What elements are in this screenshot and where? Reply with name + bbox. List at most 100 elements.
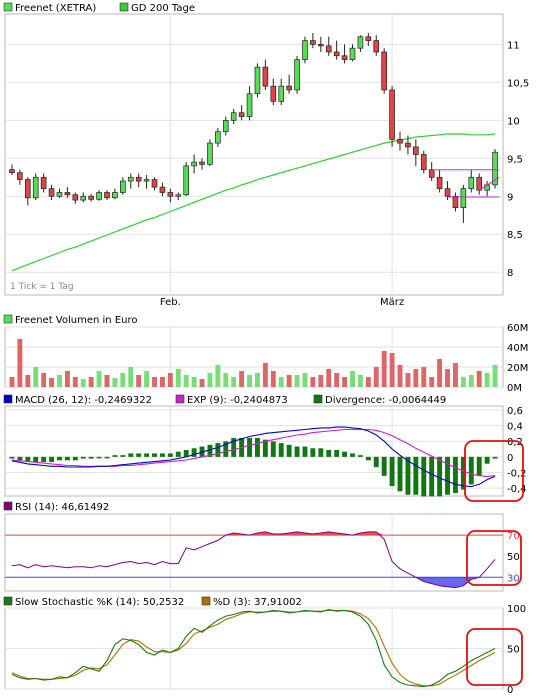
volume-bar bbox=[389, 353, 395, 387]
candle-body bbox=[143, 179, 150, 182]
candle-body bbox=[413, 146, 419, 155]
candle-body bbox=[365, 36, 372, 41]
candle-body bbox=[270, 85, 277, 102]
divergence-bar bbox=[476, 456, 482, 476]
volume-bar bbox=[207, 373, 213, 387]
volume-bar bbox=[9, 377, 15, 387]
divergence-bar bbox=[128, 453, 134, 457]
candle-body bbox=[112, 192, 118, 199]
divergence-bar bbox=[80, 456, 86, 459]
volume-y-tick: 40M bbox=[507, 343, 528, 354]
divergence-bar bbox=[452, 456, 458, 494]
volume-bar bbox=[278, 377, 284, 387]
divergence-bar bbox=[326, 449, 332, 457]
candle-body bbox=[325, 45, 332, 53]
macd-y-tick: 0,4 bbox=[507, 422, 523, 433]
candle-body bbox=[40, 176, 47, 190]
divergence-bar bbox=[334, 449, 340, 457]
candle-body bbox=[64, 192, 71, 196]
volume-bar bbox=[429, 377, 435, 387]
volume-bar bbox=[484, 373, 490, 387]
divergence-bar bbox=[88, 456, 94, 459]
candle-body bbox=[175, 194, 182, 197]
candle-body bbox=[104, 192, 110, 199]
volume-bar bbox=[262, 363, 268, 387]
volume-bar bbox=[167, 373, 173, 387]
volume-bar bbox=[270, 371, 276, 387]
volume-bar bbox=[159, 377, 165, 387]
candle-body bbox=[159, 186, 166, 193]
volume-bar bbox=[255, 373, 260, 387]
candle-body bbox=[381, 51, 387, 91]
volume-bar bbox=[452, 363, 458, 387]
divergence-bar bbox=[350, 453, 355, 457]
price-y-tick: 8,5 bbox=[507, 230, 523, 241]
legend-swatch-exp bbox=[175, 394, 185, 404]
divergence-bar bbox=[484, 456, 490, 464]
candle-body bbox=[88, 195, 94, 200]
legend-exp: EXP (9): -0,2404873 bbox=[187, 395, 288, 406]
candle-body bbox=[238, 112, 245, 117]
volume-bar bbox=[144, 371, 150, 387]
volume-bar bbox=[215, 365, 221, 387]
candle-body bbox=[24, 179, 31, 199]
volume-bar bbox=[25, 375, 31, 387]
divergence-bar bbox=[167, 453, 173, 457]
divergence-bar bbox=[104, 456, 110, 459]
volume-bar bbox=[64, 371, 70, 387]
divergence-bar bbox=[33, 456, 39, 463]
candle-body bbox=[405, 142, 411, 148]
candle-body bbox=[302, 40, 308, 60]
candle-body bbox=[215, 131, 221, 144]
volume-bar bbox=[460, 377, 466, 387]
divergence-bar bbox=[159, 453, 165, 457]
volume-bar bbox=[318, 375, 324, 387]
candle-body bbox=[151, 179, 158, 188]
candle-body bbox=[96, 192, 102, 200]
candle-body bbox=[32, 176, 39, 199]
candle-body bbox=[17, 172, 23, 180]
volume-bar bbox=[231, 377, 237, 387]
legend-freenet: Freenet (XETRA) bbox=[15, 3, 96, 14]
volume-bar bbox=[326, 369, 332, 387]
volume-bar bbox=[136, 375, 142, 387]
volume-bar bbox=[437, 359, 443, 387]
candle-body bbox=[436, 176, 443, 190]
divergence-bar bbox=[175, 451, 181, 457]
volume-bar bbox=[49, 378, 55, 387]
price-y-tick: 10 bbox=[507, 116, 520, 127]
candle-body bbox=[120, 180, 126, 193]
volume-bar bbox=[88, 377, 94, 387]
volume-bar bbox=[302, 373, 308, 387]
volume-bar bbox=[152, 377, 157, 387]
candle-body bbox=[191, 161, 197, 167]
candle-body bbox=[9, 169, 15, 174]
divergence-bar bbox=[72, 456, 78, 461]
macd-y-tick: 0,6 bbox=[507, 406, 523, 417]
candle-body bbox=[199, 161, 205, 165]
price-y-tick: 11 bbox=[507, 40, 520, 51]
legend-swatch-rsi bbox=[3, 501, 13, 511]
divergence-bar bbox=[41, 456, 47, 463]
divergence-bar bbox=[381, 456, 387, 476]
divergence-bar bbox=[468, 456, 474, 485]
legend-volume: Freenet Volumen in Euro bbox=[15, 315, 137, 326]
candle-body bbox=[222, 119, 229, 133]
volume-bar bbox=[247, 375, 252, 387]
candle-body bbox=[373, 40, 380, 53]
divergence-bar bbox=[57, 456, 62, 461]
volume-bar bbox=[310, 377, 316, 387]
candle-body bbox=[183, 165, 189, 196]
divergence-bar bbox=[17, 456, 23, 461]
candle-body bbox=[420, 154, 427, 171]
divergence-bar bbox=[302, 446, 308, 457]
volume-bar bbox=[373, 367, 379, 387]
volume-bar bbox=[413, 369, 419, 387]
divergence-bar bbox=[294, 446, 300, 457]
stock-chart-svg: 88,599,51010,511Feb.MärzApril0M20M40M60M… bbox=[3, 2, 529, 696]
legend-swatch-stoch-k bbox=[3, 596, 13, 606]
volume-bar bbox=[445, 369, 450, 387]
volume-bar bbox=[405, 373, 411, 387]
divergence-bar bbox=[64, 456, 70, 461]
candle-body bbox=[80, 195, 87, 201]
